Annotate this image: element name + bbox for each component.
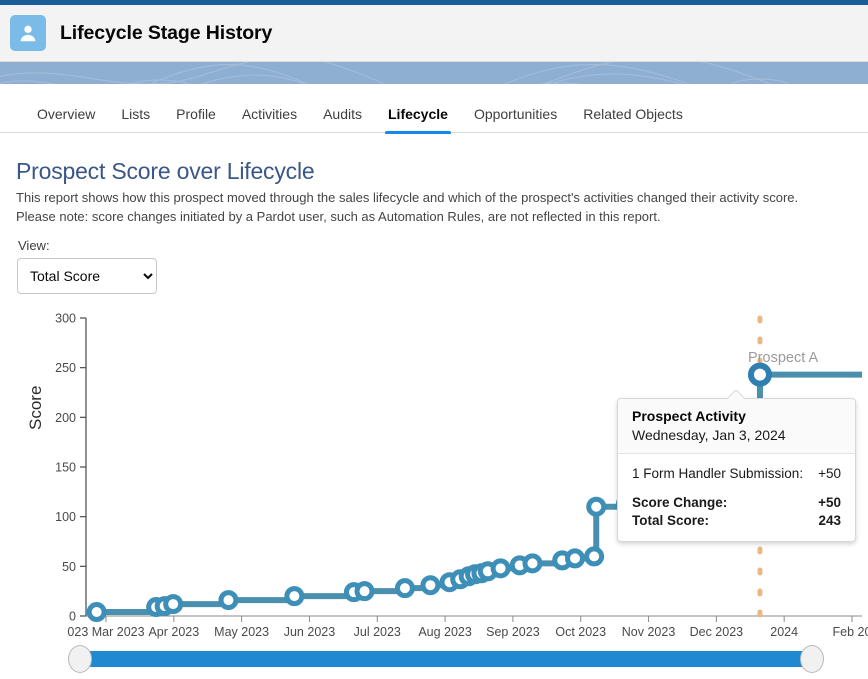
range-start-handle[interactable] [68,645,92,673]
data-point-marker[interactable] [166,597,181,612]
y-tick-label: 200 [55,411,76,425]
x-tick-label: 2024 [770,625,798,639]
lifecycle-stage-history-page: Lifecycle Stage History OverviewListsPro… [0,0,868,679]
tooltip-detail-value: +50 [818,466,841,481]
data-point-marker[interactable] [221,593,236,608]
data-point-marker[interactable] [525,556,540,571]
x-tick-label: Oct 2023 [555,625,606,639]
x-tick-label: Jul 2023 [354,625,401,639]
x-tick-label: Jun 2023 [284,625,335,639]
tab-overview[interactable]: Overview [24,107,108,133]
tab-lists[interactable]: Lists [108,107,163,133]
x-tick-label: 023 Mar 2023 [67,625,144,639]
x-tick-label: Feb 20 [833,625,868,639]
tab-lifecycle[interactable]: Lifecycle [375,107,461,133]
data-point-marker[interactable] [287,589,302,604]
tooltip-title: Prospect Activity [632,408,841,424]
report-description-line-2: Please note: score changes initiated by … [16,209,661,224]
data-point-marker[interactable] [423,578,438,593]
data-point-marker[interactable] [567,551,582,566]
tooltip-header: Prospect Activity Wednesday, Jan 3, 2024 [618,399,855,454]
tooltip-score-change-row: Score Change: +50 [632,495,841,510]
x-tick-label: Aug 2023 [418,625,472,639]
banner-strip [0,62,868,84]
tooltip-detail-label: 1 Form Handler Submission: [632,466,803,481]
data-point-marker[interactable] [397,581,412,596]
tab-related-objects[interactable]: Related Objects [570,107,696,133]
tooltip-score-change-label: Score Change: [632,495,727,510]
tab-profile[interactable]: Profile [163,107,229,133]
y-tick-label: 50 [62,560,76,574]
tooltip-total-score-label: Total Score: [632,513,709,528]
x-tick-label: Apr 2023 [148,625,199,639]
data-point-marker[interactable] [587,549,602,564]
person-avatar-icon [10,15,46,51]
tooltip-pointer [728,390,744,399]
tab-activities[interactable]: Activities [229,107,310,133]
y-axis-title: Score [26,386,46,430]
x-tick-label: May 2023 [214,625,269,639]
x-tick-label: Dec 2023 [690,625,744,639]
y-tick-label: 150 [55,461,76,475]
y-tick-label: 0 [69,610,76,624]
view-select[interactable]: Total Score [17,258,157,294]
tab-opportunities[interactable]: Opportunities [461,107,570,133]
highlighted-data-point[interactable] [751,366,769,384]
x-tick-label: Sep 2023 [486,625,540,639]
tab-audits[interactable]: Audits [310,107,375,133]
y-tick-label: 300 [55,312,76,326]
x-tick-label: Nov 2023 [622,625,676,639]
record-tab-bar: OverviewListsProfileActivitiesAuditsLife… [0,84,868,133]
y-tick-label: 100 [55,510,76,524]
data-point-marker[interactable] [589,499,604,514]
tooltip-total-score-value: 243 [818,513,841,528]
report-description-line-1: This report shows how this prospect move… [16,190,798,205]
tooltip-score-change-value: +50 [818,495,841,510]
chart-tooltip: Prospect Activity Wednesday, Jan 3, 2024… [617,398,856,542]
page-title: Lifecycle Stage History [60,22,272,45]
data-point-marker[interactable] [357,584,372,599]
chart-range-slider[interactable] [0,641,868,679]
data-point-marker[interactable] [89,605,104,620]
report-title: Prospect Score over Lifecycle [16,158,314,185]
tab-list: OverviewListsProfileActivitiesAuditsLife… [0,84,868,133]
y-tick-label: 250 [55,361,76,375]
range-end-handle[interactable] [800,645,824,673]
range-slider-track[interactable] [78,651,814,667]
view-filter-label: View: [18,238,50,253]
tooltip-date: Wednesday, Jan 3, 2024 [632,427,841,443]
record-header: Lifecycle Stage History [0,5,868,62]
tooltip-detail-row: 1 Form Handler Submission: +50 [632,466,841,481]
tooltip-total-score-row: Total Score: 243 [632,513,841,528]
tooltip-body: 1 Form Handler Submission: +50 Score Cha… [618,454,855,541]
data-point-marker[interactable] [493,561,508,576]
